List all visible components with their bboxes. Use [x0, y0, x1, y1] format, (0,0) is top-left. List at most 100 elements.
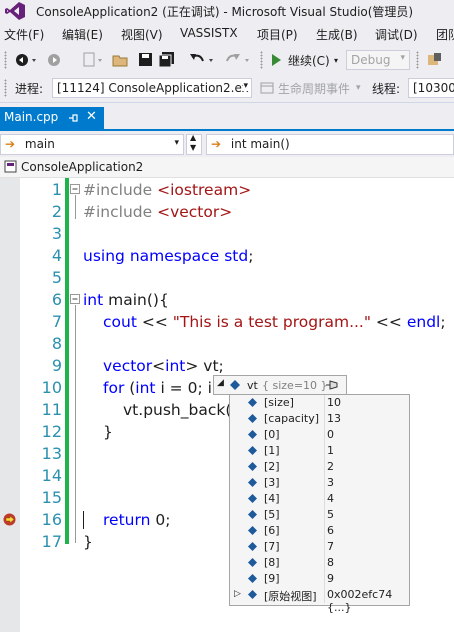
- line-number: 17: [41, 532, 62, 551]
- line-number: 10: [41, 378, 62, 397]
- datatip-item-value[interactable]: 8: [327, 556, 334, 569]
- current-statement-arrow-icon[interactable]: [3, 513, 16, 526]
- datatip-item-value[interactable]: 2: [327, 460, 334, 473]
- field-icon: [248, 398, 257, 407]
- datatip-row[interactable]: [6] 6: [230, 523, 409, 539]
- collapse-toggle-icon[interactable]: [70, 294, 81, 305]
- function-dropdown[interactable]: ➔ int main(): [206, 134, 454, 155]
- line-number: 8: [51, 334, 62, 353]
- outline-line: [75, 305, 76, 543]
- code-line-1[interactable]: #include <iostream>: [83, 179, 251, 201]
- field-icon: [248, 510, 257, 519]
- undo-icon[interactable]: [188, 51, 218, 69]
- redo-icon[interactable]: [224, 51, 254, 69]
- code-line-7[interactable]: cout << "This is a test program..." << e…: [103, 311, 446, 333]
- menu-team[interactable]: 团队: [436, 26, 454, 43]
- function-value: int main(): [230, 137, 290, 151]
- datatip-row[interactable]: [3] 3: [230, 475, 409, 491]
- lifecycle-events-icon[interactable]: [260, 81, 274, 95]
- thread-dropdown[interactable]: [10300]: [408, 78, 454, 98]
- datatip-item-value[interactable]: 0x002efc74 {...}: [327, 588, 409, 614]
- datatip-item-name: [size]: [264, 396, 294, 409]
- line-number: 16: [41, 510, 62, 529]
- lifecycle-events-label[interactable]: 生命周期事件: [278, 80, 350, 97]
- datatip-row[interactable]: [2] 2: [230, 459, 409, 475]
- datatip-item-name: [9]: [264, 572, 280, 585]
- code-line-16[interactable]: return 0;: [103, 509, 170, 531]
- code-line-4[interactable]: using namespace std;: [83, 245, 253, 267]
- datatip-row-raw-view[interactable]: ▷ [原始视图] 0x002efc74 {...}: [230, 587, 409, 614]
- close-icon[interactable]: ✕: [86, 109, 97, 124]
- collapse-toggle-icon[interactable]: [70, 184, 81, 195]
- datatip-header[interactable]: ◢ vt { size=10 }: [213, 375, 347, 395]
- menu-debug[interactable]: 调试(D): [375, 26, 418, 43]
- datatip-row[interactable]: [capacity] 13: [230, 411, 409, 427]
- continue-button[interactable]: 继续(C) ▾: [270, 52, 342, 70]
- datatip-item-value[interactable]: 13: [327, 412, 341, 425]
- column-divider: [324, 459, 325, 475]
- menu-vassistx[interactable]: VASSISTX: [180, 26, 238, 40]
- datatip-item-value[interactable]: 3: [327, 476, 334, 489]
- find-in-files-icon[interactable]: [426, 51, 444, 69]
- chevron-down-icon: ▾: [334, 56, 339, 65]
- datatip-row[interactable]: [9] 9: [230, 571, 409, 587]
- datatip-item-value[interactable]: 4: [327, 492, 334, 505]
- code-line-11[interactable]: vt.push_back(: [123, 399, 231, 421]
- code-line-6[interactable]: int main(){: [83, 289, 169, 311]
- scope-value: main: [24, 137, 55, 151]
- expand-triangle-icon[interactable]: ▷: [234, 589, 241, 599]
- datatip-row[interactable]: [7] 7: [230, 539, 409, 555]
- line-number: 14: [41, 466, 62, 485]
- datatip-variable-name: vt: [247, 379, 258, 392]
- title-bar: ConsoleApplication2 (正在调试) - Microsoft V…: [0, 0, 454, 22]
- datatip-item-value[interactable]: 9: [327, 572, 334, 585]
- datatip-row[interactable]: [1] 1: [230, 443, 409, 459]
- chevron-up-icon: ▲: [190, 133, 197, 142]
- toolbar-grip[interactable]: [4, 51, 7, 69]
- menu-edit[interactable]: 编辑(E): [62, 26, 103, 43]
- save-all-icon[interactable]: [158, 51, 176, 69]
- menu-file[interactable]: 文件(F): [4, 26, 44, 43]
- menu-build[interactable]: 生成(B): [316, 26, 358, 43]
- menu-view[interactable]: 视图(V): [121, 26, 163, 43]
- project-name[interactable]: ConsoleApplication2: [21, 160, 143, 174]
- toolbar-grip[interactable]: [4, 79, 7, 97]
- toolbar-separator: [260, 51, 263, 69]
- code-line-10[interactable]: for (int i = 0; i: [103, 377, 212, 399]
- datatip-row[interactable]: [4] 4: [230, 491, 409, 507]
- datatip-row[interactable]: [size] 10: [230, 395, 409, 411]
- pin-icon[interactable]: [67, 111, 79, 125]
- solution-config-dropdown[interactable]: Debug ▾: [346, 50, 410, 70]
- forward-icon[interactable]: [46, 52, 64, 68]
- code-line-2[interactable]: #include <vector>: [83, 201, 232, 223]
- menu-project[interactable]: 项目(P): [257, 26, 298, 43]
- datatip-item-value[interactable]: 5: [327, 508, 334, 521]
- split-window-button[interactable]: ▲ ▼: [186, 133, 202, 155]
- pin-datatip-icon[interactable]: [325, 379, 339, 391]
- open-file-icon[interactable]: [112, 51, 130, 69]
- datatip-item-value[interactable]: 0: [327, 428, 334, 441]
- datatip-item-value[interactable]: 6: [327, 524, 334, 537]
- new-project-icon[interactable]: [82, 51, 108, 69]
- collapse-triangle-icon[interactable]: ◢: [217, 378, 224, 388]
- datatip-row[interactable]: [8] 8: [230, 555, 409, 571]
- code-line-9[interactable]: vector<int> vt;: [103, 355, 224, 377]
- process-dropdown[interactable]: [11124] ConsoleApplication2.ex ▾: [52, 78, 252, 98]
- datatip-item-value[interactable]: 1: [327, 444, 334, 457]
- datatip-item-value[interactable]: 10: [327, 396, 341, 409]
- column-divider: [324, 587, 325, 603]
- code-line-17[interactable]: }: [83, 531, 93, 553]
- column-divider: [324, 523, 325, 539]
- navigation-bar: ➔ main ▾ ▲ ▼ ➔ int main(): [0, 131, 454, 157]
- config-value: Debug: [351, 53, 391, 67]
- field-icon: [248, 494, 257, 503]
- back-icon[interactable]: [14, 52, 42, 68]
- column-divider: [324, 427, 325, 443]
- datatip-row[interactable]: [5] 5: [230, 507, 409, 523]
- datatip-row[interactable]: [0] 0: [230, 427, 409, 443]
- save-icon[interactable]: [138, 51, 154, 69]
- datatip-item-value[interactable]: 7: [327, 540, 334, 553]
- code-line-12[interactable]: }: [103, 421, 113, 443]
- scope-dropdown[interactable]: ➔ main ▾: [0, 134, 184, 155]
- tab-main-cpp[interactable]: Main.cpp ✕: [0, 107, 104, 129]
